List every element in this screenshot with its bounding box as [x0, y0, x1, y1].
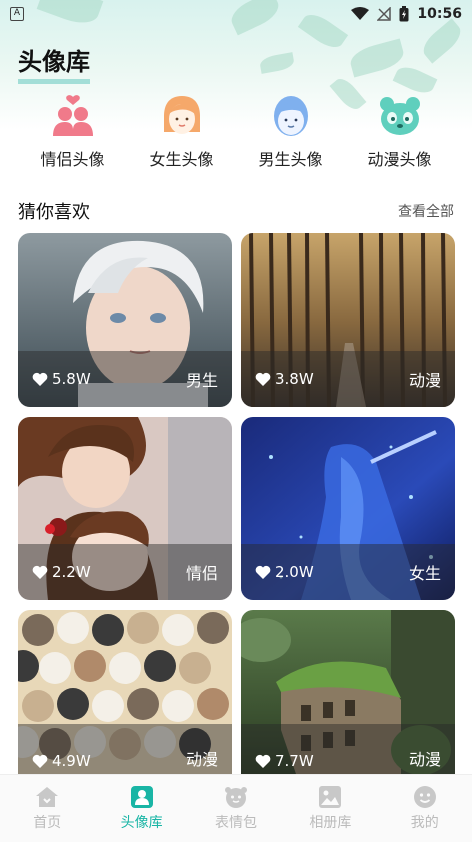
nav-label: 我的 — [410, 814, 439, 831]
avatar-card[interactable]: 5.8W 男生 — [18, 233, 232, 407]
nav-album[interactable]: 相册库 — [290, 785, 370, 832]
category-boy[interactable]: 男生头像 — [241, 94, 341, 174]
boy-icon — [273, 96, 308, 136]
card-info-bar: 4.9W 动漫 — [18, 724, 232, 774]
category-anime[interactable]: 动漫头像 — [350, 94, 450, 174]
category-label: 情侣头像 — [40, 150, 105, 169]
nav-profile[interactable]: 我的 — [385, 785, 465, 832]
heart-icon — [255, 565, 271, 579]
page-title: 头像库 — [18, 42, 90, 84]
nav-avatar-library[interactable]: 头像库 — [102, 785, 182, 832]
heart-icon — [32, 372, 48, 386]
app-notification-icon: A — [10, 7, 24, 21]
status-time: 10:56 — [417, 6, 462, 22]
card-info-bar: 2.0W 女生 — [241, 544, 455, 600]
see-all-link[interactable]: 查看全部 — [398, 201, 454, 221]
couple-icon — [52, 95, 93, 136]
nav-label: 头像库 — [120, 814, 163, 831]
section-title: 猜你喜欢 — [18, 202, 90, 223]
likes-value: 7.7W — [275, 752, 314, 770]
emoji-icon — [224, 786, 247, 808]
heart-icon — [255, 754, 271, 768]
girl-icon — [163, 96, 200, 134]
likes-value: 5.8W — [52, 370, 91, 388]
nav-label: 首页 — [33, 814, 62, 831]
nav-label: 相册库 — [309, 814, 352, 831]
category-tag: 动漫 — [408, 371, 441, 390]
likes-count: 4.9W — [32, 752, 91, 770]
category-tag: 动漫 — [408, 750, 441, 769]
category-label: 女生头像 — [149, 150, 214, 169]
likes-count: 7.7W — [255, 752, 314, 770]
battery-icon — [399, 6, 409, 22]
category-tag: 动漫 — [185, 750, 218, 769]
nav-label: 表情包 — [214, 814, 257, 831]
avatar-card[interactable]: 4.9W 动漫 — [18, 610, 232, 774]
no-signal-icon — [377, 7, 392, 21]
likes-count: 3.8W — [255, 370, 314, 388]
avatar-card[interactable]: 3.8W 动漫 — [241, 233, 455, 407]
likes-value: 3.8W — [275, 370, 314, 388]
likes-count: 2.0W — [255, 563, 314, 581]
likes-count: 5.8W — [32, 370, 91, 388]
category-couple[interactable]: 情侣头像 — [23, 94, 123, 174]
category-girl[interactable]: 女生头像 — [132, 94, 232, 174]
category-row: 情侣头像 女生头像 男生头像 动漫头像 — [0, 94, 472, 174]
category-tag: 男生 — [185, 371, 218, 390]
category-label: 男生头像 — [258, 150, 323, 169]
profile-icon — [413, 785, 436, 808]
guess-you-like-header: 猜你喜欢 查看全部 — [18, 198, 454, 224]
home-icon — [36, 786, 59, 807]
panda-icon — [379, 97, 420, 135]
category-label: 动漫头像 — [367, 150, 432, 169]
likes-count: 2.2W — [32, 563, 91, 581]
card-info-bar: 2.2W 情侣 — [18, 544, 232, 600]
likes-value: 2.2W — [52, 563, 91, 581]
category-tag: 情侣 — [185, 564, 218, 583]
nav-home[interactable]: 首页 — [7, 786, 87, 832]
likes-value: 2.0W — [275, 563, 314, 581]
wifi-icon — [351, 7, 370, 20]
avatar-card[interactable]: 2.2W 情侣 — [18, 417, 232, 600]
heart-icon — [32, 565, 48, 579]
avatar-card[interactable]: 2.0W 女生 — [241, 417, 455, 600]
nav-emoji[interactable]: 表情包 — [196, 786, 276, 832]
avatar-icon — [130, 785, 153, 808]
card-info-bar: 5.8W 男生 — [18, 351, 232, 407]
card-info-bar: 7.7W 动漫 — [241, 724, 455, 774]
status-bar: A 10:56 — [0, 0, 472, 28]
album-icon — [319, 785, 342, 808]
heart-icon — [32, 754, 48, 768]
card-info-bar: 3.8W 动漫 — [241, 351, 455, 407]
avatar-card[interactable]: 7.7W 动漫 — [241, 610, 455, 774]
bottom-nav: 首页 头像库 表情包 相册库 我的 — [0, 774, 472, 842]
category-tag: 女生 — [408, 564, 441, 583]
heart-icon — [255, 372, 271, 386]
likes-value: 4.9W — [52, 752, 91, 770]
